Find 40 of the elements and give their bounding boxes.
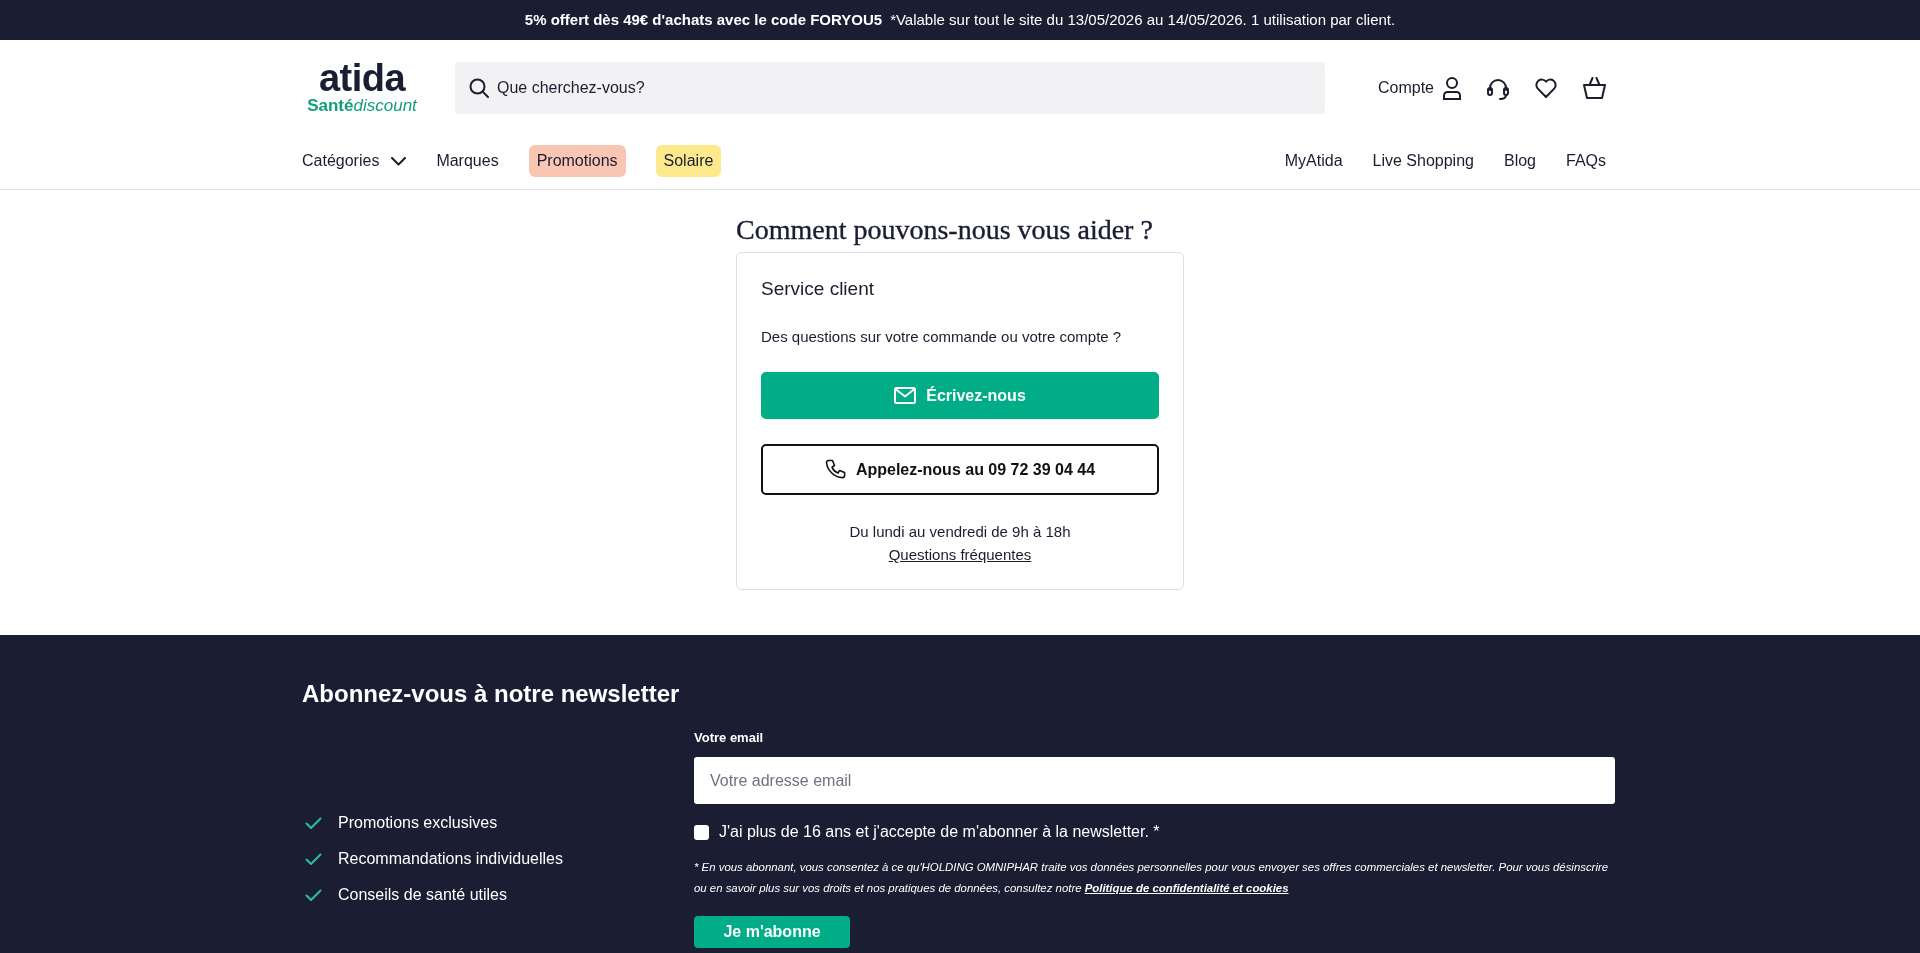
nav-link[interactable]: MyAtida [1284, 145, 1343, 177]
site-logo[interactable]: atida Santédiscount [302, 61, 422, 115]
benefit-text: Promotions exclusives [338, 813, 498, 833]
nav-link[interactable]: Promotions [528, 145, 626, 177]
consent-checkbox[interactable] [694, 824, 709, 840]
page-heading: Comment pouvons-nous vous aider ? [736, 214, 1154, 245]
heart-icon[interactable] [1535, 78, 1557, 98]
card-title: Service client [761, 277, 875, 301]
benefit-text: Recommandations individuelles [338, 849, 563, 869]
privacy-policy-link[interactable]: Politique de confidentialité et cookies [1084, 882, 1289, 894]
call-us-button[interactable]: Appelez-nous au 09 72 39 04 44 [761, 444, 1159, 495]
basket-icon[interactable] [1583, 77, 1606, 99]
check-icon [305, 888, 322, 902]
account-link[interactable]: Compte [1377, 76, 1461, 100]
email-label: Votre email [694, 729, 765, 747]
faq-link[interactable]: Questions fréquentes [888, 546, 1032, 563]
check-icon [305, 816, 322, 830]
promo-conditions-text: *Valable sur tout le site du 13/05/2026 au 14/05/2026. 1 utilisation par client. [890, 9, 1396, 30]
nav-link[interactable]: Blog [1503, 145, 1536, 177]
opening-hours: Du lundi au vendredi de 9h à 18h [848, 522, 1072, 542]
email-field[interactable]: Votre adresse email [694, 757, 1615, 804]
promo-offer-text: 5% offert dès 49€ d'achats avec le code FORYOU5 [524, 9, 883, 30]
benefit-text: Conseils de santé utiles [338, 885, 507, 905]
mail-icon [894, 387, 917, 404]
newsletter-title: Abonnez-vous à notre newsletter [302, 679, 681, 708]
nav-link[interactable]: FAQs [1566, 145, 1606, 177]
consent-label[interactable]: J'ai plus de 16 ans et j'accepte de m'abonner à la newsletter. * [719, 822, 1160, 842]
nav-link[interactable]: Live Shopping [1372, 145, 1474, 177]
chevron-down-icon [391, 156, 407, 166]
privacy-notice: * En vous abonnant, vous consentez à ce qu'HOLDING OMNIPHAR traite vos données personnelles pour vous envoyer ses offres commerciales et newsletter. Pour vous désinscrire ou en savoir plus sur vos droits et nos pratiques de données, consultez notre Politique de confidentialité et cookies [694, 860, 1610, 896]
categories-dropdown[interactable]: Catégories [302, 145, 407, 177]
nav-link[interactable]: Marques [436, 145, 499, 177]
user-icon [1443, 76, 1461, 100]
search-icon [469, 78, 489, 98]
check-icon [305, 852, 322, 866]
card-question: Des questions sur votre commande ou votre compte ? [761, 327, 1123, 347]
search-field[interactable]: Que cherchez-vous? [455, 62, 1325, 114]
headset-icon[interactable] [1487, 76, 1509, 100]
nav-link[interactable]: Solaire [655, 145, 722, 177]
phone-icon [824, 459, 846, 480]
